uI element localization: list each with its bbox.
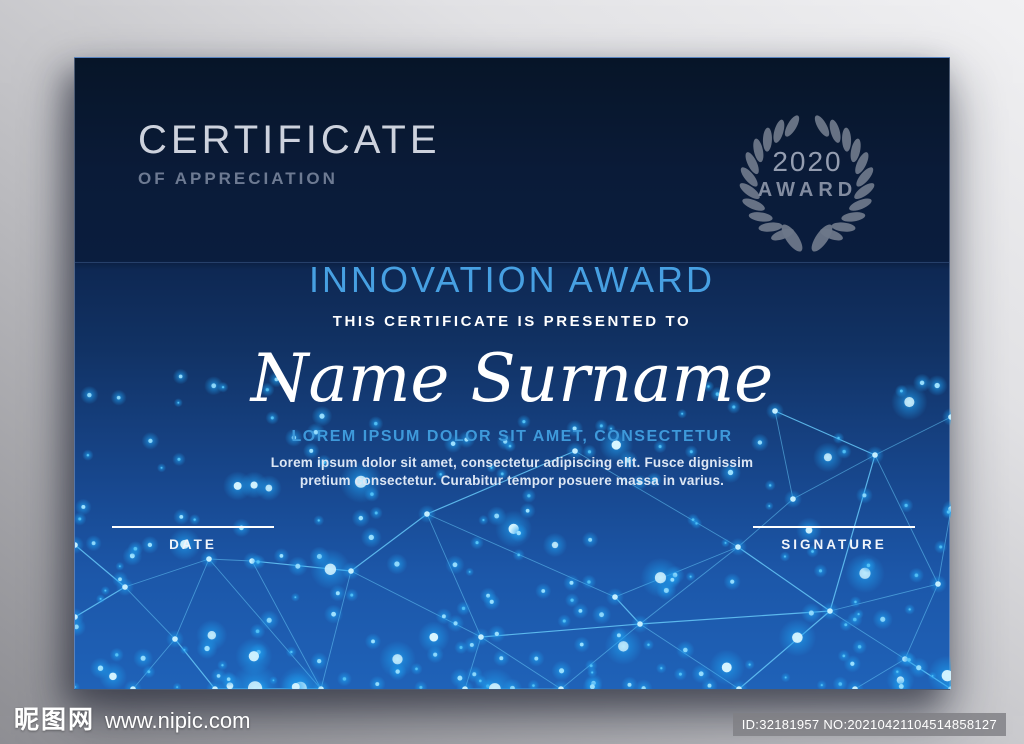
description-line-2: pretium consectetur. Curabitur tempor po… xyxy=(299,473,725,489)
tagline: LOREM IPSUM DOLOR SIT AMET, CONSECTETUR xyxy=(291,428,733,445)
certificate-content: CERTIFICATE OF APPRECIATION 2020 AWARD I… xyxy=(75,58,949,689)
description-text: Lorem ipsum dolor sit amet, consectetur … xyxy=(75,454,949,490)
signature-field: SIGNATURE xyxy=(753,526,915,552)
site-url: www.nipic.com xyxy=(105,708,251,733)
award-badge: 2020 AWARD xyxy=(720,100,895,262)
certificate-title: CERTIFICATE xyxy=(138,118,441,162)
presented-line: THIS CERTIFICATE IS PRESENTED TO xyxy=(332,313,692,330)
certificate-header: CERTIFICATE OF APPRECIATION xyxy=(138,120,441,189)
date-label: DATE xyxy=(169,537,217,552)
description-line-1: Lorem ipsum dolor sit amet, consectetur … xyxy=(270,455,754,470)
badge-year: 2020 xyxy=(772,146,843,177)
badge-label: AWARD xyxy=(757,179,858,201)
signature-line xyxy=(753,526,915,528)
certificate-card: CERTIFICATE OF APPRECIATION 2020 AWARD I… xyxy=(74,57,951,690)
site-watermark: 昵图网 www.nipic.com xyxy=(14,700,251,736)
site-logo-text: 昵图网 xyxy=(14,706,96,734)
image-id-watermark: ID:32181957 NO:20210421104514858127 xyxy=(732,713,1006,736)
award-title: INNOVATION AWARD xyxy=(308,259,715,300)
date-line xyxy=(112,526,274,528)
page-background: CERTIFICATE OF APPRECIATION 2020 AWARD I… xyxy=(0,0,1024,744)
date-field: DATE xyxy=(112,526,274,552)
signature-label: SIGNATURE xyxy=(781,537,887,552)
recipient-name: Name Surname xyxy=(250,340,774,417)
certificate-subtitle: OF APPRECIATION xyxy=(138,169,338,188)
